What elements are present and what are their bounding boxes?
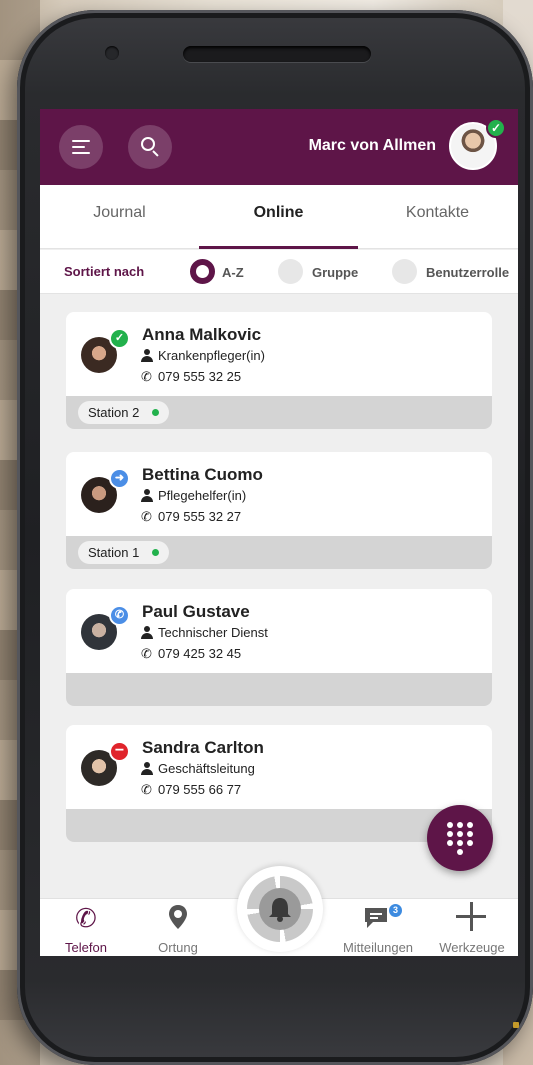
- radio-az[interactable]: [190, 259, 215, 284]
- menu-icon: [72, 140, 90, 142]
- alarm-button[interactable]: [237, 866, 323, 952]
- contact-card[interactable]: ✆ Paul Gustave Technischer Dienst ✆ 079 …: [66, 589, 492, 706]
- contact-name: Bettina Cuomo: [142, 465, 263, 484]
- phone-icon: ✆: [141, 369, 152, 384]
- station-badge: Station 1: [78, 541, 170, 564]
- nav-werkzeuge[interactable]: Werkzeuge: [432, 899, 512, 956]
- contact-name: Paul Gustave: [142, 602, 250, 621]
- radio-benutzerrolle-label[interactable]: Benutzerrolle: [426, 265, 509, 280]
- nav-telefon[interactable]: ✆ Telefon: [48, 899, 124, 956]
- location-pin-icon: [169, 905, 187, 929]
- contact-role: Krankenpfleger(in): [158, 348, 265, 363]
- minus-icon: −: [109, 741, 130, 762]
- nav-mitteilungen-label: Mitteilungen: [342, 940, 414, 955]
- app-header: Marc von Allmen ✓: [40, 109, 518, 185]
- search-icon-handle: [152, 150, 159, 157]
- menu-icon-line: [72, 152, 90, 154]
- message-icon: [365, 908, 387, 928]
- search-icon: [141, 137, 155, 151]
- card-footer: [66, 673, 492, 706]
- phone-icon: ✆: [141, 646, 152, 661]
- online-dot: [152, 409, 160, 416]
- station-badge: Station 2: [78, 401, 170, 424]
- phone-icon: ✆: [75, 903, 97, 933]
- card-footer: Station 2: [66, 396, 492, 429]
- user-name: Marc von Allmen: [308, 137, 436, 154]
- menu-icon-line: [72, 146, 85, 148]
- radio-benutzerrolle[interactable]: [392, 259, 417, 284]
- contact-phone[interactable]: 079 425 32 45: [158, 646, 241, 661]
- bell-icon: [259, 888, 301, 930]
- contact-card[interactable]: ➜ Bettina Cuomo Pflegehelfer(in) ✆ 079 5…: [66, 452, 492, 569]
- radio-az-label[interactable]: A-Z: [222, 265, 244, 280]
- contact-phone[interactable]: 079 555 32 27: [158, 509, 241, 524]
- contact-phone[interactable]: 079 555 66 77: [158, 782, 241, 797]
- person-icon: [141, 349, 153, 362]
- phone-icon: ✆: [109, 605, 130, 626]
- contact-name: Sandra Carlton: [142, 738, 264, 757]
- tab-online[interactable]: Online: [199, 185, 358, 249]
- plus-icon-vertical: [470, 902, 473, 931]
- radio-gruppe[interactable]: [278, 259, 303, 284]
- nav-ortung[interactable]: Ortung: [140, 899, 216, 956]
- contact-name: Anna Malkovic: [142, 325, 262, 344]
- contact-role: Geschäftsleitung: [158, 761, 255, 776]
- phone-icon: ✆: [141, 782, 152, 797]
- station-label: Station 1: [88, 545, 140, 560]
- contact-card[interactable]: ✓ Anna Malkovic Krankenpfleger(in) ✆ 079…: [66, 312, 492, 429]
- bell-icon-glyph: [269, 898, 291, 922]
- contact-phone[interactable]: 079 555 32 25: [158, 369, 241, 384]
- card-footer: Station 1: [66, 536, 492, 569]
- nav-telefon-label: Telefon: [65, 940, 107, 955]
- menu-button[interactable]: [59, 125, 103, 169]
- station-label: Station 2: [88, 405, 140, 420]
- check-icon: ✓: [486, 118, 506, 138]
- nav-mitteilungen[interactable]: Mitteilungen: [332, 899, 424, 956]
- contact-role: Pflegehelfer(in): [158, 488, 247, 503]
- sort-label: Sortiert nach: [64, 264, 145, 279]
- earpiece-speaker: [183, 46, 371, 62]
- dialpad-button[interactable]: [427, 805, 493, 871]
- notification-badge: 3: [389, 904, 402, 917]
- tab-bar: Journal Online Kontakte: [40, 185, 518, 249]
- nav-werkzeuge-label: Werkzeuge: [439, 940, 505, 955]
- radio-gruppe-label[interactable]: Gruppe: [312, 265, 358, 280]
- person-icon: [141, 489, 153, 502]
- check-icon: ✓: [109, 328, 130, 349]
- tab-kontakte[interactable]: Kontakte: [358, 185, 517, 249]
- front-camera: [105, 46, 119, 60]
- person-icon: [141, 626, 153, 639]
- phone-icon: ✆: [141, 509, 152, 524]
- arrow-right-icon: ➜: [109, 468, 130, 489]
- search-button[interactable]: [128, 125, 172, 169]
- online-dot: [152, 549, 160, 556]
- nav-ortung-label: Ortung: [158, 940, 198, 955]
- sort-bar: Sortiert nach A-Z Gruppe Benutzerrolle: [40, 250, 518, 294]
- contact-card[interactable]: − Sandra Carlton Geschäftsleitung ✆ 079 …: [66, 725, 492, 842]
- person-icon: [141, 762, 153, 775]
- app-screen: Marc von Allmen ✓ Journal Online Kontakt…: [40, 109, 518, 956]
- corner-mark: [513, 1022, 519, 1028]
- contact-role: Technischer Dienst: [158, 625, 268, 640]
- tab-journal[interactable]: Journal: [40, 185, 199, 249]
